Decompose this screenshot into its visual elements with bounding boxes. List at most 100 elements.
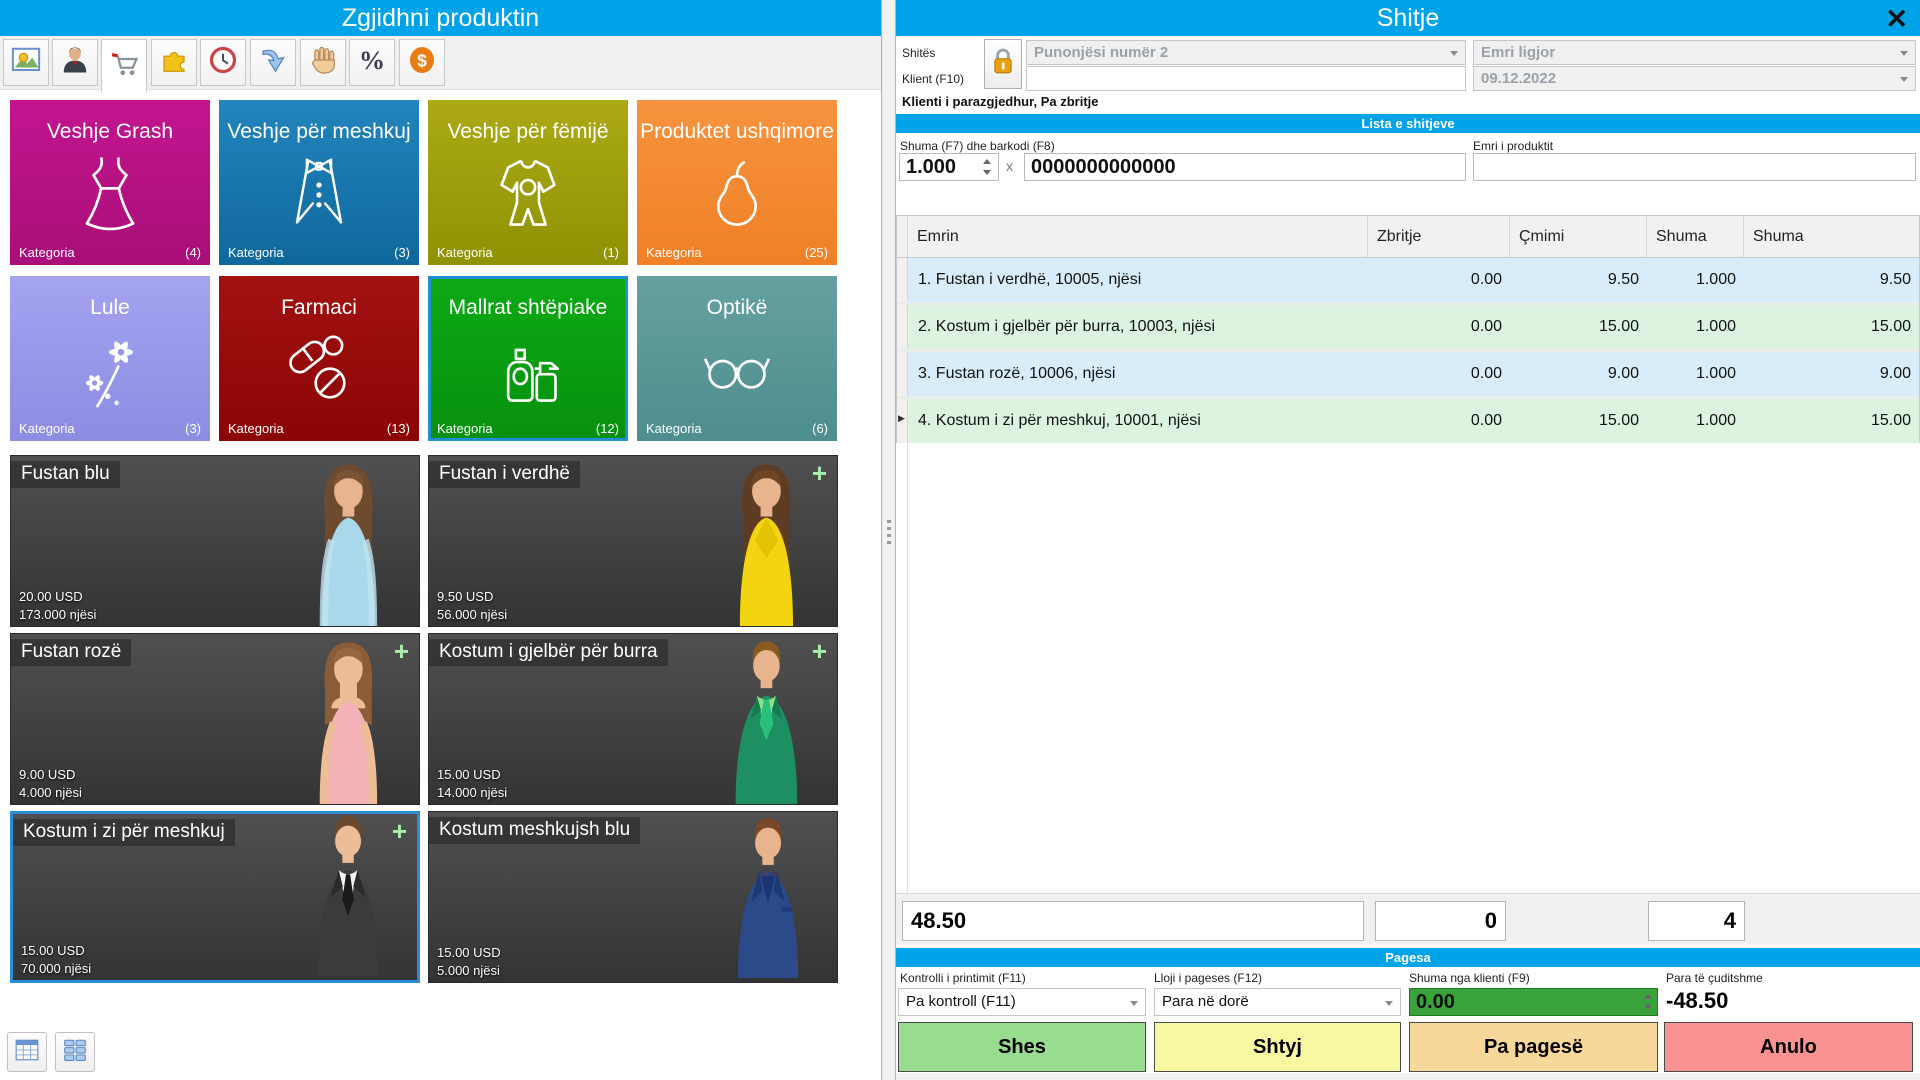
category-tile-lule[interactable]: Lule Kategoria (3) — [10, 276, 210, 441]
quantity-input[interactable]: 1.000 — [899, 153, 999, 181]
table-row[interactable]: 3. Fustan rozë, 10006, njësi 0.00 9.00 1… — [897, 352, 1919, 396]
lock-icon — [990, 45, 1016, 84]
seller-label: Shitës — [902, 46, 936, 60]
chevron-down-icon — [1385, 1001, 1393, 1006]
hold-tab-button[interactable] — [300, 39, 346, 86]
category-tile-veshje-meshkuj[interactable]: Veshje për meshkuj Kategoria (3) — [219, 100, 419, 265]
table-view-button[interactable] — [7, 1032, 47, 1072]
category-label: Kategoria — [228, 421, 284, 436]
sales-list-header: Lista e shitjeve — [896, 114, 1920, 133]
change-value: -48.50 — [1666, 988, 1729, 1013]
payment-type-select[interactable]: Para në dorë — [1154, 988, 1401, 1016]
qty-barcode-label: Shuma (F7) dhe barkodi (F8) — [900, 139, 1055, 153]
pictures-tab-button[interactable] — [3, 39, 49, 86]
in-cart-plus-badge: + — [811, 636, 827, 666]
print-control-label: Kontrolli i printimit (F11) — [900, 971, 1026, 985]
category-label: Kategoria — [437, 245, 493, 260]
modules-tab-button[interactable] — [151, 39, 197, 86]
grid-gutter-line — [907, 441, 908, 893]
no-payment-button[interactable]: Pa pagesë — [1409, 1022, 1658, 1072]
quantity-stepper[interactable] — [980, 158, 994, 176]
category-name: Lule — [90, 296, 130, 319]
row-indicator: ▶ — [897, 399, 908, 443]
customer-amount-input[interactable]: 0.00 — [1409, 988, 1658, 1016]
history-tab-button[interactable] — [200, 39, 246, 86]
category-label: Kategoria — [646, 245, 702, 260]
category-name: Optikë — [706, 296, 768, 319]
customer-amount-label: Shuma nga klienti (F9) — [1409, 971, 1530, 985]
row-indicator-header — [897, 216, 908, 257]
client-input[interactable] — [1026, 66, 1466, 91]
tile-view-button[interactable] — [55, 1032, 95, 1072]
return-tab-button[interactable] — [250, 39, 296, 86]
lock-button[interactable] — [984, 39, 1022, 89]
product-price: 20.00 USD — [19, 589, 83, 604]
product-price: 9.50 USD — [437, 589, 494, 604]
legal-name-select[interactable]: Emri ligjor — [1473, 40, 1916, 65]
table-row[interactable]: 2. Kostum i gjelbër për burra, 10003, nj… — [897, 305, 1919, 349]
column-header-shuma-2[interactable]: Shuma — [1744, 216, 1919, 257]
category-tile-produktet-ushqimore[interactable]: Produktet ushqimore Kategoria (25) — [637, 100, 837, 265]
product-stock: 56.000 njësi — [437, 607, 508, 622]
times-sign: x — [1006, 158, 1013, 174]
category-tile-veshje-femije[interactable]: Veshje për fëmijë Kategoria (1) — [428, 100, 628, 265]
payment-type-label: Lloji i pageses (F12) — [1154, 971, 1263, 985]
category-label: Kategoria — [228, 245, 284, 260]
table-row[interactable]: 1. Fustan i verdhë, 10005, njësi 0.00 9.… — [897, 258, 1919, 302]
sell-button[interactable]: Shes — [898, 1022, 1146, 1072]
woman-yellow-dress-photo — [708, 456, 825, 626]
category-tile-farmaci[interactable]: Farmaci Kategoria (13) — [219, 276, 419, 441]
column-header-emrin[interactable]: Emrin — [908, 216, 1368, 257]
category-count: (1) — [603, 245, 619, 260]
column-header-shuma[interactable]: Shuma — [1647, 216, 1744, 257]
category-tile-mallrat-shtepiake[interactable]: Mallrat shtëpiake Kategoria (12) — [428, 276, 628, 441]
print-control-select[interactable]: Pa kontroll (F11) — [898, 988, 1146, 1016]
pos-application: Zgjidhni produktin % $ Veshje Grash Kate… — [0, 0, 1920, 1080]
payment-tab-button[interactable]: $ — [399, 39, 445, 86]
product-tile-kostum-zi[interactable]: Kostum i zi për meshkuj + 15.00 USD 70.0… — [10, 811, 420, 983]
total-discount: 0 — [1375, 901, 1506, 941]
category-tile-optike[interactable]: Optikë Kategoria (6) — [637, 276, 837, 441]
panel-splitter[interactable] — [883, 0, 895, 1080]
product-tile-kostum-blu[interactable]: Kostum meshkujsh blu 15.00 USD 5.000 një… — [428, 811, 838, 983]
product-tile-kostum-gjelber[interactable]: Kostum i gjelbër për burra + 15.00 USD 1… — [428, 633, 838, 805]
category-name: Mallrat shtëpiake — [448, 296, 608, 319]
category-count: (3) — [394, 245, 410, 260]
picture-icon — [11, 45, 41, 80]
category-count: (12) — [595, 421, 619, 436]
totals-bar: 48.50 0 4 — [896, 893, 1920, 945]
in-cart-plus-badge: + — [811, 458, 827, 488]
product-name-input[interactable] — [1473, 153, 1916, 181]
customer-amount-stepper[interactable] — [1641, 993, 1655, 1011]
employee-tab-button[interactable] — [52, 39, 98, 86]
woman-pink-dress-photo — [290, 634, 407, 804]
cancel-button[interactable]: Anulo — [1664, 1022, 1913, 1072]
cart-icon — [109, 49, 139, 84]
window-footer — [896, 1073, 1920, 1080]
hand-icon — [308, 45, 338, 80]
bottles-icon — [489, 328, 567, 421]
client-note: Klienti i parazgjedhur, Pa zbritje — [902, 94, 1099, 109]
in-cart-plus-badge: + — [393, 636, 409, 666]
category-name: Farmaci — [281, 296, 357, 319]
product-stock: 173.000 njësi — [19, 607, 97, 622]
row-indicator — [897, 352, 908, 396]
postpone-button[interactable]: Shtyj — [1154, 1022, 1401, 1072]
close-icon[interactable]: ✕ — [1885, 2, 1908, 36]
onesie-icon — [489, 152, 567, 245]
table-row-current[interactable]: ▶ 4. Kostum i zi për meshkuj, 10001, një… — [897, 399, 1919, 443]
seller-select[interactable]: Punonjësi numër 2 — [1026, 40, 1466, 65]
date-select[interactable]: 09.12.2022 — [1473, 66, 1916, 91]
product-tile-fustan-blu[interactable]: Fustan blu 20.00 USD 173.000 njësi — [10, 455, 420, 627]
product-name: Kostum i zi për meshkuj — [13, 819, 235, 846]
barcode-input[interactable]: 0000000000000 — [1024, 153, 1466, 181]
product-tile-fustan-i-verdhe[interactable]: Fustan i verdhë + 9.50 USD 56.000 njësi — [428, 455, 838, 627]
cart-tab-button[interactable] — [101, 39, 147, 93]
product-tile-fustan-roze[interactable]: Fustan rozë + 9.00 USD 4.000 njësi — [10, 633, 420, 805]
splitter-grip[interactable] — [887, 520, 891, 548]
category-tile-veshje-grash[interactable]: Veshje Grash Kategoria (4) — [10, 100, 210, 265]
column-header-zbritje[interactable]: Zbritje — [1368, 216, 1510, 257]
column-header-cmimi[interactable]: Çmimi — [1510, 216, 1647, 257]
category-label: Kategoria — [19, 245, 75, 260]
discount-tab-button[interactable]: % — [349, 39, 395, 86]
